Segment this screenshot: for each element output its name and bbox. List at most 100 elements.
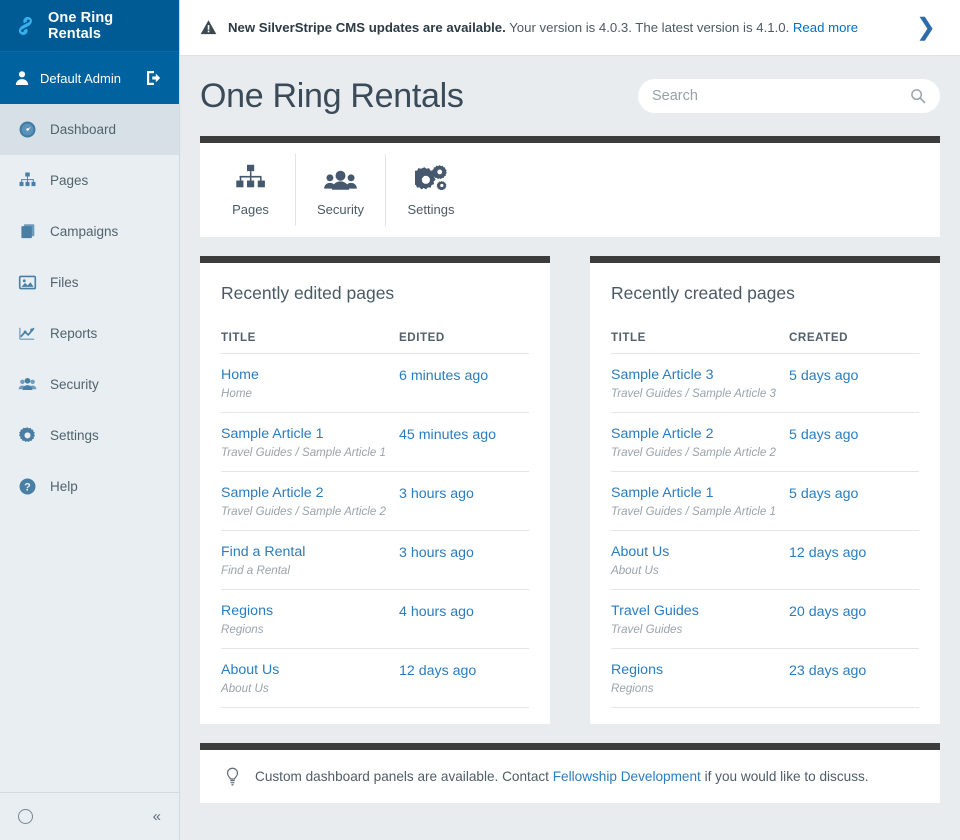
page-date[interactable]: 6 minutes ago <box>399 368 488 384</box>
page-link[interactable]: Sample Article 3 <box>611 367 789 383</box>
page-date[interactable]: 12 days ago <box>399 663 476 679</box>
sidebar-item-settings[interactable]: Settings <box>0 410 179 461</box>
page-path: Find a Rental <box>221 564 290 577</box>
cell-date: 20 days ago <box>789 589 919 649</box>
brand-header[interactable]: One Ring Rentals <box>0 0 179 52</box>
update-notice-body: Your version is 4.0.3. The latest versio… <box>505 20 793 35</box>
sidebar-item-label: Campaigns <box>50 224 119 239</box>
panel-body: Recently edited pages TITLE EDITED Home … <box>200 263 550 724</box>
circle-icon[interactable] <box>18 809 33 824</box>
security-people-icon <box>18 375 37 394</box>
page-title: One Ring Rentals <box>200 76 464 115</box>
sidebar-item-files[interactable]: Files <box>0 257 179 308</box>
update-notice-text: New SilverStripe CMS updates are availab… <box>228 20 905 35</box>
page-date[interactable]: 3 hours ago <box>399 486 474 502</box>
table-row: Regions Regions 4 hours ago <box>221 589 529 649</box>
page-link[interactable]: Sample Article 1 <box>611 485 789 501</box>
page-path: Travel Guides <box>611 623 683 636</box>
cell-date: 23 days ago <box>789 648 919 708</box>
cell-title: Travel Guides Travel Guides <box>611 589 789 649</box>
page-date[interactable]: 5 days ago <box>789 368 858 384</box>
search-input[interactable] <box>652 88 904 104</box>
table-row: About Us About Us 12 days ago <box>221 648 529 708</box>
read-more-link[interactable]: Read more <box>793 20 858 35</box>
recently-edited-column: Recently edited pages TITLE EDITED Home … <box>200 256 550 724</box>
sidebar-item-campaigns[interactable]: Campaigns <box>0 206 179 257</box>
cell-date: 5 days ago <box>789 353 919 413</box>
logout-icon[interactable] <box>143 67 165 89</box>
search-box[interactable] <box>638 79 940 113</box>
cell-title: Home Home <box>221 353 399 413</box>
shortcut-security[interactable]: Security <box>296 154 386 226</box>
sidebar-footer: « <box>0 792 179 840</box>
collapse-double-chevron-left-icon[interactable]: « <box>153 809 161 824</box>
page-date[interactable]: 45 minutes ago <box>399 427 496 443</box>
dashboard-content: Pages Security Settings Recently edited … <box>180 136 960 803</box>
sidebar-item-reports[interactable]: Reports <box>0 308 179 359</box>
cell-title: About Us About Us <box>221 648 399 708</box>
page-date[interactable]: 23 days ago <box>789 663 866 679</box>
cell-title: Regions Regions <box>221 589 399 649</box>
recently-edited-table: TITLE EDITED Home Home 6 minutes ago Sam… <box>221 331 529 708</box>
page-date[interactable]: 3 hours ago <box>399 545 474 561</box>
svg-text:?: ? <box>24 482 31 494</box>
tip-text: Custom dashboard panels are available. C… <box>255 769 869 784</box>
page-link[interactable]: Home <box>221 367 399 383</box>
sidebar-item-help[interactable]: ? Help <box>0 461 179 512</box>
update-notice-bold: New SilverStripe CMS updates are availab… <box>228 20 506 35</box>
table-row: Regions Regions 23 days ago <box>611 648 919 708</box>
sidebar-item-security[interactable]: Security <box>0 359 179 410</box>
dashboard-icon <box>18 120 37 139</box>
page-date[interactable]: 4 hours ago <box>399 604 474 620</box>
shortcut-settings[interactable]: Settings <box>386 154 476 226</box>
page-date[interactable]: 5 days ago <box>789 427 858 443</box>
page-header: One Ring Rentals <box>180 56 960 136</box>
table-body: Home Home 6 minutes ago Sample Article 1… <box>221 353 529 708</box>
page-date[interactable]: 5 days ago <box>789 486 858 502</box>
page-link[interactable]: About Us <box>611 544 789 560</box>
cell-title: Regions Regions <box>611 648 789 708</box>
page-link[interactable]: Sample Article 2 <box>611 426 789 442</box>
brand-name: One Ring Rentals <box>48 9 114 42</box>
page-date[interactable]: 12 days ago <box>789 545 866 561</box>
column-header-title: TITLE <box>611 331 789 354</box>
cell-date: 45 minutes ago <box>399 412 529 472</box>
cell-date: 4 hours ago <box>399 589 529 649</box>
recently-edited-panel: Recently edited pages TITLE EDITED Home … <box>200 256 550 724</box>
chevron-right-icon[interactable]: ❯ <box>916 15 940 40</box>
warning-triangle-icon <box>200 19 217 36</box>
reports-chart-icon <box>18 324 37 343</box>
table-header-row: TITLE EDITED <box>221 331 529 354</box>
page-link[interactable]: Regions <box>611 662 789 678</box>
cell-title: Sample Article 2 Travel Guides / Sample … <box>611 412 789 472</box>
table-row: Find a Rental Find a Rental 3 hours ago <box>221 530 529 590</box>
fellowship-development-link[interactable]: Fellowship Development <box>553 769 701 784</box>
silverstripe-logo-icon <box>14 14 38 38</box>
page-link[interactable]: Travel Guides <box>611 603 789 619</box>
page-link[interactable]: Regions <box>221 603 399 619</box>
sidebar-item-label: Pages <box>50 173 89 188</box>
shortcut-label: Pages <box>232 202 269 217</box>
cell-date: 12 days ago <box>399 648 529 708</box>
page-path: Travel Guides / Sample Article 1 <box>221 446 386 459</box>
sidebar-item-dashboard[interactable]: Dashboard <box>0 104 179 155</box>
search-icon[interactable] <box>910 88 926 104</box>
page-link[interactable]: Sample Article 2 <box>221 485 399 501</box>
recently-created-panel: Recently created pages TITLE CREATED Sam… <box>590 256 940 724</box>
page-link[interactable]: Sample Article 1 <box>221 426 399 442</box>
shortcut-label: Security <box>317 202 364 217</box>
user-name: Default Admin <box>40 70 121 86</box>
tip-after: if you would like to discuss. <box>700 769 869 784</box>
panel-columns: Recently edited pages TITLE EDITED Home … <box>200 256 940 724</box>
page-path: Regions <box>611 682 654 695</box>
pages-sitemap-icon <box>235 163 266 193</box>
shortcut-pages[interactable]: Pages <box>206 154 296 226</box>
page-date[interactable]: 20 days ago <box>789 604 866 620</box>
shortcuts-panel: Pages Security Settings <box>200 136 940 237</box>
sidebar-item-pages[interactable]: Pages <box>0 155 179 206</box>
user-row[interactable]: Default Admin <box>0 52 179 104</box>
cell-title: Sample Article 3 Travel Guides / Sample … <box>611 353 789 413</box>
security-people-icon <box>324 163 357 193</box>
page-link[interactable]: About Us <box>221 662 399 678</box>
page-link[interactable]: Find a Rental <box>221 544 399 560</box>
